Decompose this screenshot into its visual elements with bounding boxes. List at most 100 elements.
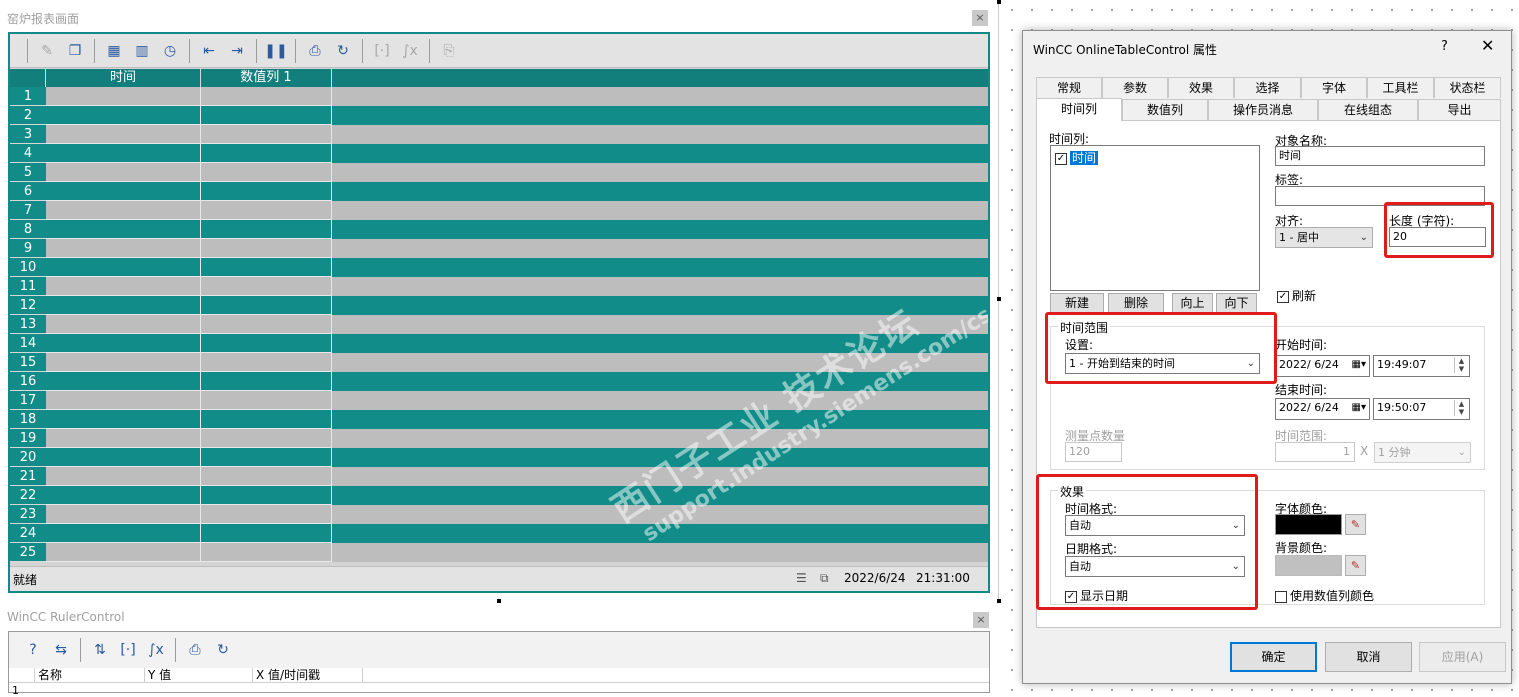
table-cell[interactable] — [46, 353, 201, 372]
show-date-checkbox[interactable]: ✓ 显示日期 — [1065, 587, 1128, 604]
setting-select[interactable]: 1 - 开始到结束的时间 ⌄ — [1065, 353, 1260, 374]
table-row[interactable]: 5 — [10, 163, 988, 182]
table-row[interactable]: 19 — [10, 429, 988, 448]
table-cell[interactable] — [46, 391, 201, 410]
table-cell[interactable] — [201, 258, 332, 277]
measure-points-field[interactable]: 120 — [1065, 442, 1122, 462]
column-header-value[interactable]: 数值列 1 — [201, 69, 332, 87]
table-cell[interactable] — [46, 87, 201, 106]
resize-handle[interactable] — [497, 599, 501, 603]
new-button[interactable]: 新建 — [1050, 293, 1104, 313]
resize-handle[interactable] — [997, 599, 1001, 603]
time-columns-list[interactable]: ✓ 时间 — [1050, 145, 1260, 291]
table-cell[interactable] — [201, 182, 332, 201]
table-cell[interactable] — [201, 353, 332, 372]
table-cell[interactable] — [201, 125, 332, 144]
spinner-icon[interactable]: ▲ ▼ — [1454, 400, 1468, 416]
calendar-icon[interactable]: ▦▾ — [1352, 356, 1366, 374]
select-columns-icon[interactable]: ▥ — [130, 39, 154, 63]
table-cell[interactable] — [201, 220, 332, 239]
tab-time-column[interactable]: 时间列 — [1036, 98, 1122, 121]
time-column-item[interactable]: ✓ 时间 — [1055, 149, 1099, 166]
edit-pencil-icon[interactable]: ✎ — [35, 39, 59, 63]
table-row[interactable]: 25 — [10, 543, 988, 562]
tab-toolbar[interactable]: 工具栏 — [1367, 77, 1434, 98]
tab-selection[interactable]: 选择 — [1234, 77, 1301, 98]
calendar-icon[interactable]: ▦▾ — [1352, 399, 1366, 417]
table-cell[interactable] — [46, 258, 201, 277]
table-cell[interactable] — [201, 391, 332, 410]
tab-online-config[interactable]: 在线组态 — [1318, 99, 1418, 120]
table-cell[interactable] — [201, 543, 332, 562]
table-row[interactable]: 18 — [10, 410, 988, 429]
table-row[interactable]: 17 — [10, 391, 988, 410]
table-row[interactable]: 21 — [10, 467, 988, 486]
tab-value-column[interactable]: 数值列 — [1122, 99, 1208, 120]
table-cell[interactable] — [46, 106, 201, 125]
table-cell[interactable] — [201, 524, 332, 543]
start-date-picker[interactable]: 2022/ 6/24 ▦▾ — [1275, 355, 1370, 377]
list-icon[interactable]: ☰ — [796, 571, 812, 587]
time-range-clock-icon[interactable]: ◷ — [158, 39, 182, 63]
bg-color-swatch[interactable] — [1275, 555, 1342, 576]
table-cell[interactable] — [46, 334, 201, 353]
object-name-field[interactable]: 时间 — [1275, 146, 1485, 166]
table-cell[interactable] — [46, 125, 201, 144]
dialog-close-button[interactable]: ✕ — [1481, 36, 1494, 55]
table-row[interactable]: 11 — [10, 277, 988, 296]
length-field[interactable]: 20 — [1389, 227, 1486, 247]
export-icon[interactable]: ⎘ — [437, 39, 461, 63]
table-row[interactable]: 22 — [10, 486, 988, 505]
ruler-icon[interactable]: [·] — [370, 39, 394, 63]
table-cell[interactable] — [201, 87, 332, 106]
previous-column-icon[interactable]: ⇤ — [197, 39, 221, 63]
table-cell[interactable] — [46, 144, 201, 163]
table-cell[interactable] — [46, 429, 201, 448]
table-row[interactable]: 23 — [10, 505, 988, 524]
ruler-col-x[interactable]: X 值/时间戳 — [253, 668, 363, 683]
table-cell[interactable] — [46, 486, 201, 505]
table-row[interactable]: 15 — [10, 353, 988, 372]
select-archive-icon[interactable]: ▦ — [102, 39, 126, 63]
table-cell[interactable] — [46, 182, 201, 201]
table-cell[interactable] — [46, 239, 201, 258]
table-row[interactable]: 4 — [10, 144, 988, 163]
spinner-icon[interactable]: ▲ ▼ — [1454, 357, 1468, 373]
bg-color-picker-icon[interactable]: ✎ — [1345, 555, 1366, 576]
table-cell[interactable] — [201, 448, 332, 467]
resize-handle[interactable] — [997, 0, 1001, 4]
table-row[interactable]: 12 — [10, 296, 988, 315]
table-cell[interactable] — [201, 106, 332, 125]
tag-field[interactable] — [1275, 186, 1485, 206]
table-cell[interactable] — [46, 467, 201, 486]
table-cell[interactable] — [201, 296, 332, 315]
date-format-select[interactable]: 自动 ⌄ — [1065, 556, 1245, 577]
delete-button[interactable]: 删除 — [1108, 293, 1164, 313]
apply-button[interactable]: 应用(A) — [1419, 642, 1506, 672]
windows-icon[interactable]: ⧉ — [820, 571, 836, 587]
report-close-button[interactable]: × — [972, 10, 988, 26]
help-button[interactable]: ? — [1441, 39, 1448, 54]
table-row[interactable]: 20 — [10, 448, 988, 467]
table-cell[interactable] — [46, 277, 201, 296]
table-cell[interactable] — [201, 410, 332, 429]
ruler-col-y[interactable]: Y 值 — [145, 668, 253, 683]
configure-icon[interactable]: ⇆ — [49, 638, 73, 662]
font-color-swatch[interactable] — [1275, 514, 1342, 535]
ruler-close-button[interactable]: × — [973, 612, 989, 628]
align-select[interactable]: 1 - 居中 ⌄ — [1275, 227, 1373, 248]
table-cell[interactable] — [201, 201, 332, 220]
table-cell[interactable] — [201, 486, 332, 505]
statistics-icon[interactable]: ∫x — [398, 39, 422, 63]
table-cell[interactable] — [46, 505, 201, 524]
refresh-icon[interactable]: ↻ — [331, 39, 355, 63]
tab-statusbar[interactable]: 状态栏 — [1434, 77, 1501, 98]
time-range-unit-select[interactable]: 1 分钟 ⌄ — [1374, 442, 1471, 463]
ruler-window-icon[interactable]: ⇅ — [88, 638, 112, 662]
refresh-checkbox[interactable]: ✓ 刷新 — [1277, 287, 1316, 304]
table-cell[interactable] — [46, 543, 201, 562]
end-date-picker[interactable]: 2022/ 6/24 ▦▾ — [1275, 398, 1370, 420]
table-row[interactable]: 3 — [10, 125, 988, 144]
table-row[interactable]: 2 — [10, 106, 988, 125]
time-format-select[interactable]: 自动 ⌄ — [1065, 515, 1245, 536]
